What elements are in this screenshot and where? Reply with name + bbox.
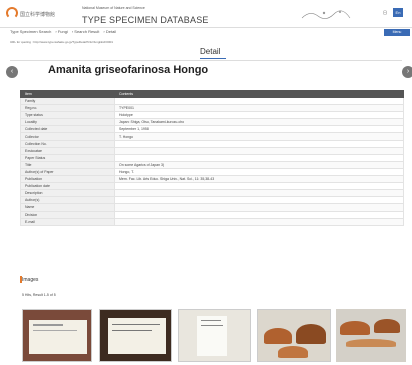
museum-name-en: National Museum of Nature and Science [82,6,145,10]
table-row: Locality Japan: Shiga, Otsu, Tanakami-kur… [20,118,404,127]
site-header: 国立科学博物館 National Museum of Nature and Sc… [0,0,412,28]
permalink-text[interactable]: URL for quoting : http://www.type.kahaku… [10,40,113,44]
specimen-image-thumbnail[interactable] [99,309,172,362]
specimen-detail-table: Item Contents Family Reg.no. TYPE001 Type… [20,90,404,226]
breadcrumb-detail: Detail [105,29,117,34]
row-key: Name [20,203,115,212]
table-row: E-mail [20,217,404,226]
menu-button[interactable]: Menu [384,29,410,36]
row-key: Exsiccatae [20,146,115,155]
table-row: Division [20,210,404,219]
column-header-contents: Contents [114,90,404,98]
images-heading: Images [22,277,39,283]
specimen-image-thumbnail[interactable] [22,309,92,362]
page-title: Detail [200,47,221,56]
museum-logo-icon[interactable] [6,7,18,19]
row-key: Family [20,96,115,106]
table-row: Reg.no. TYPE001 [20,104,404,113]
table-row: Collected date September 1, 1958 [20,125,404,134]
row-value [114,203,404,212]
row-value: Hongo, T. [114,167,404,177]
breadcrumb-search-result[interactable]: Search Result [74,29,99,34]
table-row: Publication Mem. Fac. Lib. Arts Educ. Shi… [20,175,404,184]
row-value [114,196,404,205]
database-title[interactable]: TYPE SPECIMEN DATABASE [82,15,209,25]
museum-name-jp[interactable]: 国立科学博物館 [20,11,55,18]
row-key: Reg.no. [20,104,115,113]
row-value [114,153,404,162]
table-row: Author(s) [20,196,404,205]
specimen-image-thumbnail[interactable] [257,309,331,362]
row-value: Mem. Fac. Lib. Arts Educ. Shiga Univ., N… [114,175,404,184]
row-value [114,210,404,219]
row-value [114,139,404,148]
row-value [114,217,404,226]
table-row: Name [20,203,404,212]
table-row: Collection No. [20,139,404,148]
title-underline [200,58,226,59]
specimen-name: Amanita griseofarinosa Hongo [48,64,209,76]
row-key: Paper Status [20,153,115,162]
breadcrumb: Type Specimen Search › Fungi › Search Resu… [10,29,117,34]
table-row: Author(s) of Paper Hongo, T. [20,167,404,177]
row-value [114,146,404,155]
row-key: Description [20,189,115,198]
table-row: Title On some Agarics of Japan 3) [20,160,404,169]
language-jp-button[interactable]: 日 [383,10,387,16]
table-row: Type status Holotype [20,111,404,120]
row-value [114,96,404,106]
row-value: Holotype [114,111,404,120]
row-key: Title [20,160,115,169]
row-key: Type status [20,111,115,120]
row-key: Division [20,210,115,219]
breadcrumb-bar: Type Specimen Search › Fungi › Search Resu… [0,28,412,37]
row-value: Japan: Shiga, Otsu, Tanakami-kurozu-cho [114,118,404,127]
row-value [114,182,404,191]
breadcrumb-fungi[interactable]: Fungi [58,29,68,34]
table-row: Family [20,96,404,106]
row-key: Locality [20,118,115,127]
row-value [114,189,404,198]
column-header-item: Item [20,90,115,98]
row-key: Author(s) of Paper [20,167,115,177]
table-header-row: Item Contents [20,90,404,98]
row-key: Collector [20,132,115,141]
next-record-button[interactable]: › [402,66,412,78]
row-key: Collected date [20,125,115,134]
previous-record-button[interactable]: ‹ [6,66,18,78]
breadcrumb-type-specimen-search[interactable]: Type Specimen Search [10,29,51,34]
row-key: Publication date [20,182,115,191]
table-row: Publication date [20,182,404,191]
header-decoration-icon [301,10,351,19]
row-value: On some Agarics of Japan 3) [114,160,404,169]
table-row: Description [20,189,404,198]
row-key: Publication [20,175,115,184]
row-key: E-mail [20,217,115,226]
row-value: September 1, 1958 [114,125,404,134]
divider [10,60,402,61]
table-row: Exsiccatae [20,146,404,155]
row-key: Author(s) [20,196,115,205]
row-value: TYPE001 [114,104,404,113]
table-row: Paper Status [20,153,404,162]
specimen-image-thumbnail[interactable] [336,309,406,362]
row-key: Collection No. [20,139,115,148]
language-en-button[interactable]: En [393,8,403,17]
table-row: Collector T. Hongo [20,132,404,141]
row-value: T. Hongo [114,132,404,141]
specimen-image-thumbnail[interactable] [178,309,251,362]
image-hit-count: 5 Hits, Result 1-5 of 5 [22,293,56,297]
